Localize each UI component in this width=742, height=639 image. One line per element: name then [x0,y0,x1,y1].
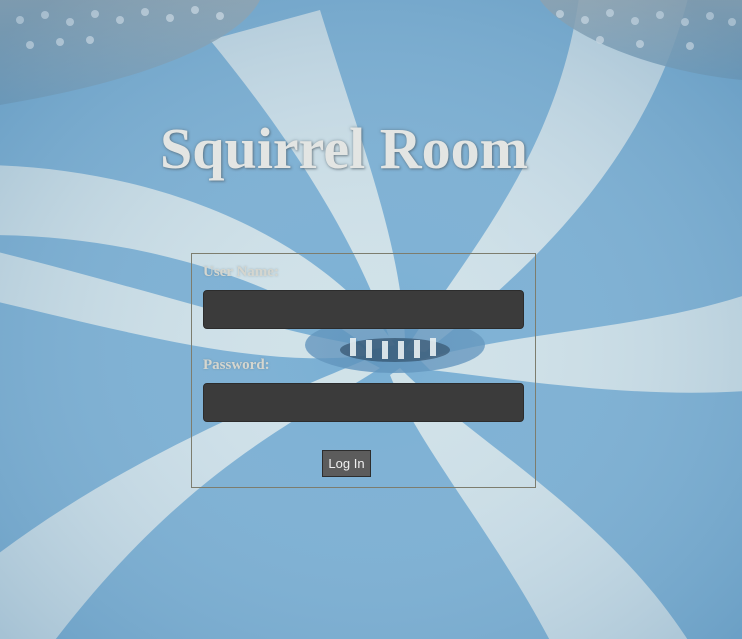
password-input[interactable] [203,383,524,422]
username-input[interactable] [203,290,524,329]
username-label: User Name: [203,264,279,280]
login-button[interactable]: Log In [322,450,371,477]
login-form: User Name: Password: Log In [191,253,536,488]
page-title: Squirrel Room [160,115,528,181]
password-label: Password: [203,357,270,373]
